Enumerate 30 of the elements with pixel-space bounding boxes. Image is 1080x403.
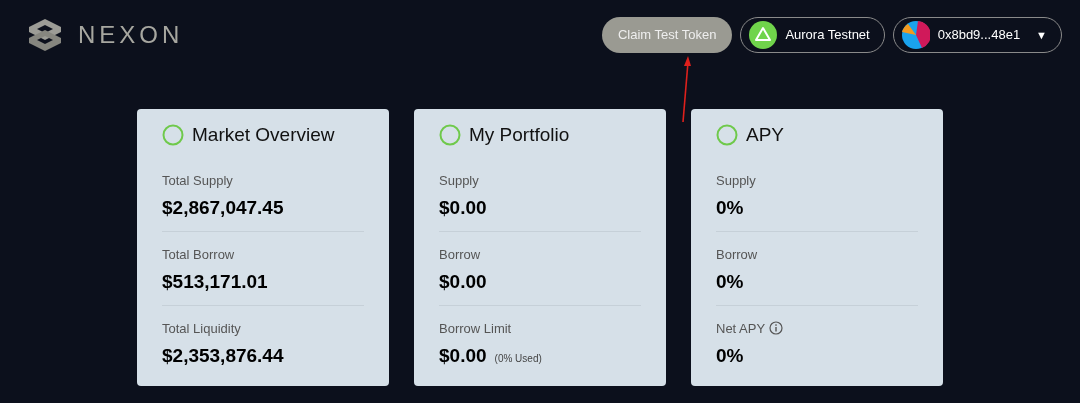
stat-label: Borrow Limit — [439, 319, 512, 338]
network-icon — [749, 21, 778, 49]
wallet-avatar-icon — [901, 21, 930, 49]
stat-value: $0.00 — [439, 196, 487, 220]
stat-label: Supply — [716, 171, 756, 190]
stat-value: $0.00 — [439, 344, 487, 368]
stat-value: $513,171.01 — [162, 270, 268, 294]
stat-value: 0% — [716, 196, 744, 220]
stat-value: $2,353,876.44 — [162, 344, 284, 368]
info-icon[interactable] — [769, 321, 784, 336]
stat-label: Net APY — [716, 319, 766, 338]
stat-value: 0% — [716, 344, 744, 368]
card-title: Market Overview — [192, 123, 335, 147]
stat-label: Borrow — [716, 245, 758, 264]
stat-value: $2,867,047.45 — [162, 196, 284, 220]
card-title: APY — [746, 123, 785, 147]
logo-icon — [28, 18, 62, 52]
stat-value: 0% — [716, 270, 744, 294]
stat-label: Borrow — [439, 245, 481, 264]
stat-label: Total Borrow — [162, 245, 235, 264]
stat-value: $0.00 — [439, 270, 487, 294]
logo-text: NEXON — [78, 20, 184, 50]
circle-icon — [162, 124, 184, 147]
stat-label: Total Liquidity — [162, 319, 241, 338]
stat-label: Total Supply — [162, 171, 233, 190]
usage-note: (0% Used) — [494, 352, 542, 366]
circle-icon — [439, 124, 461, 147]
card-title: My Portfolio — [469, 123, 570, 147]
stat-label: Supply — [439, 171, 479, 190]
circle-icon — [716, 124, 738, 147]
